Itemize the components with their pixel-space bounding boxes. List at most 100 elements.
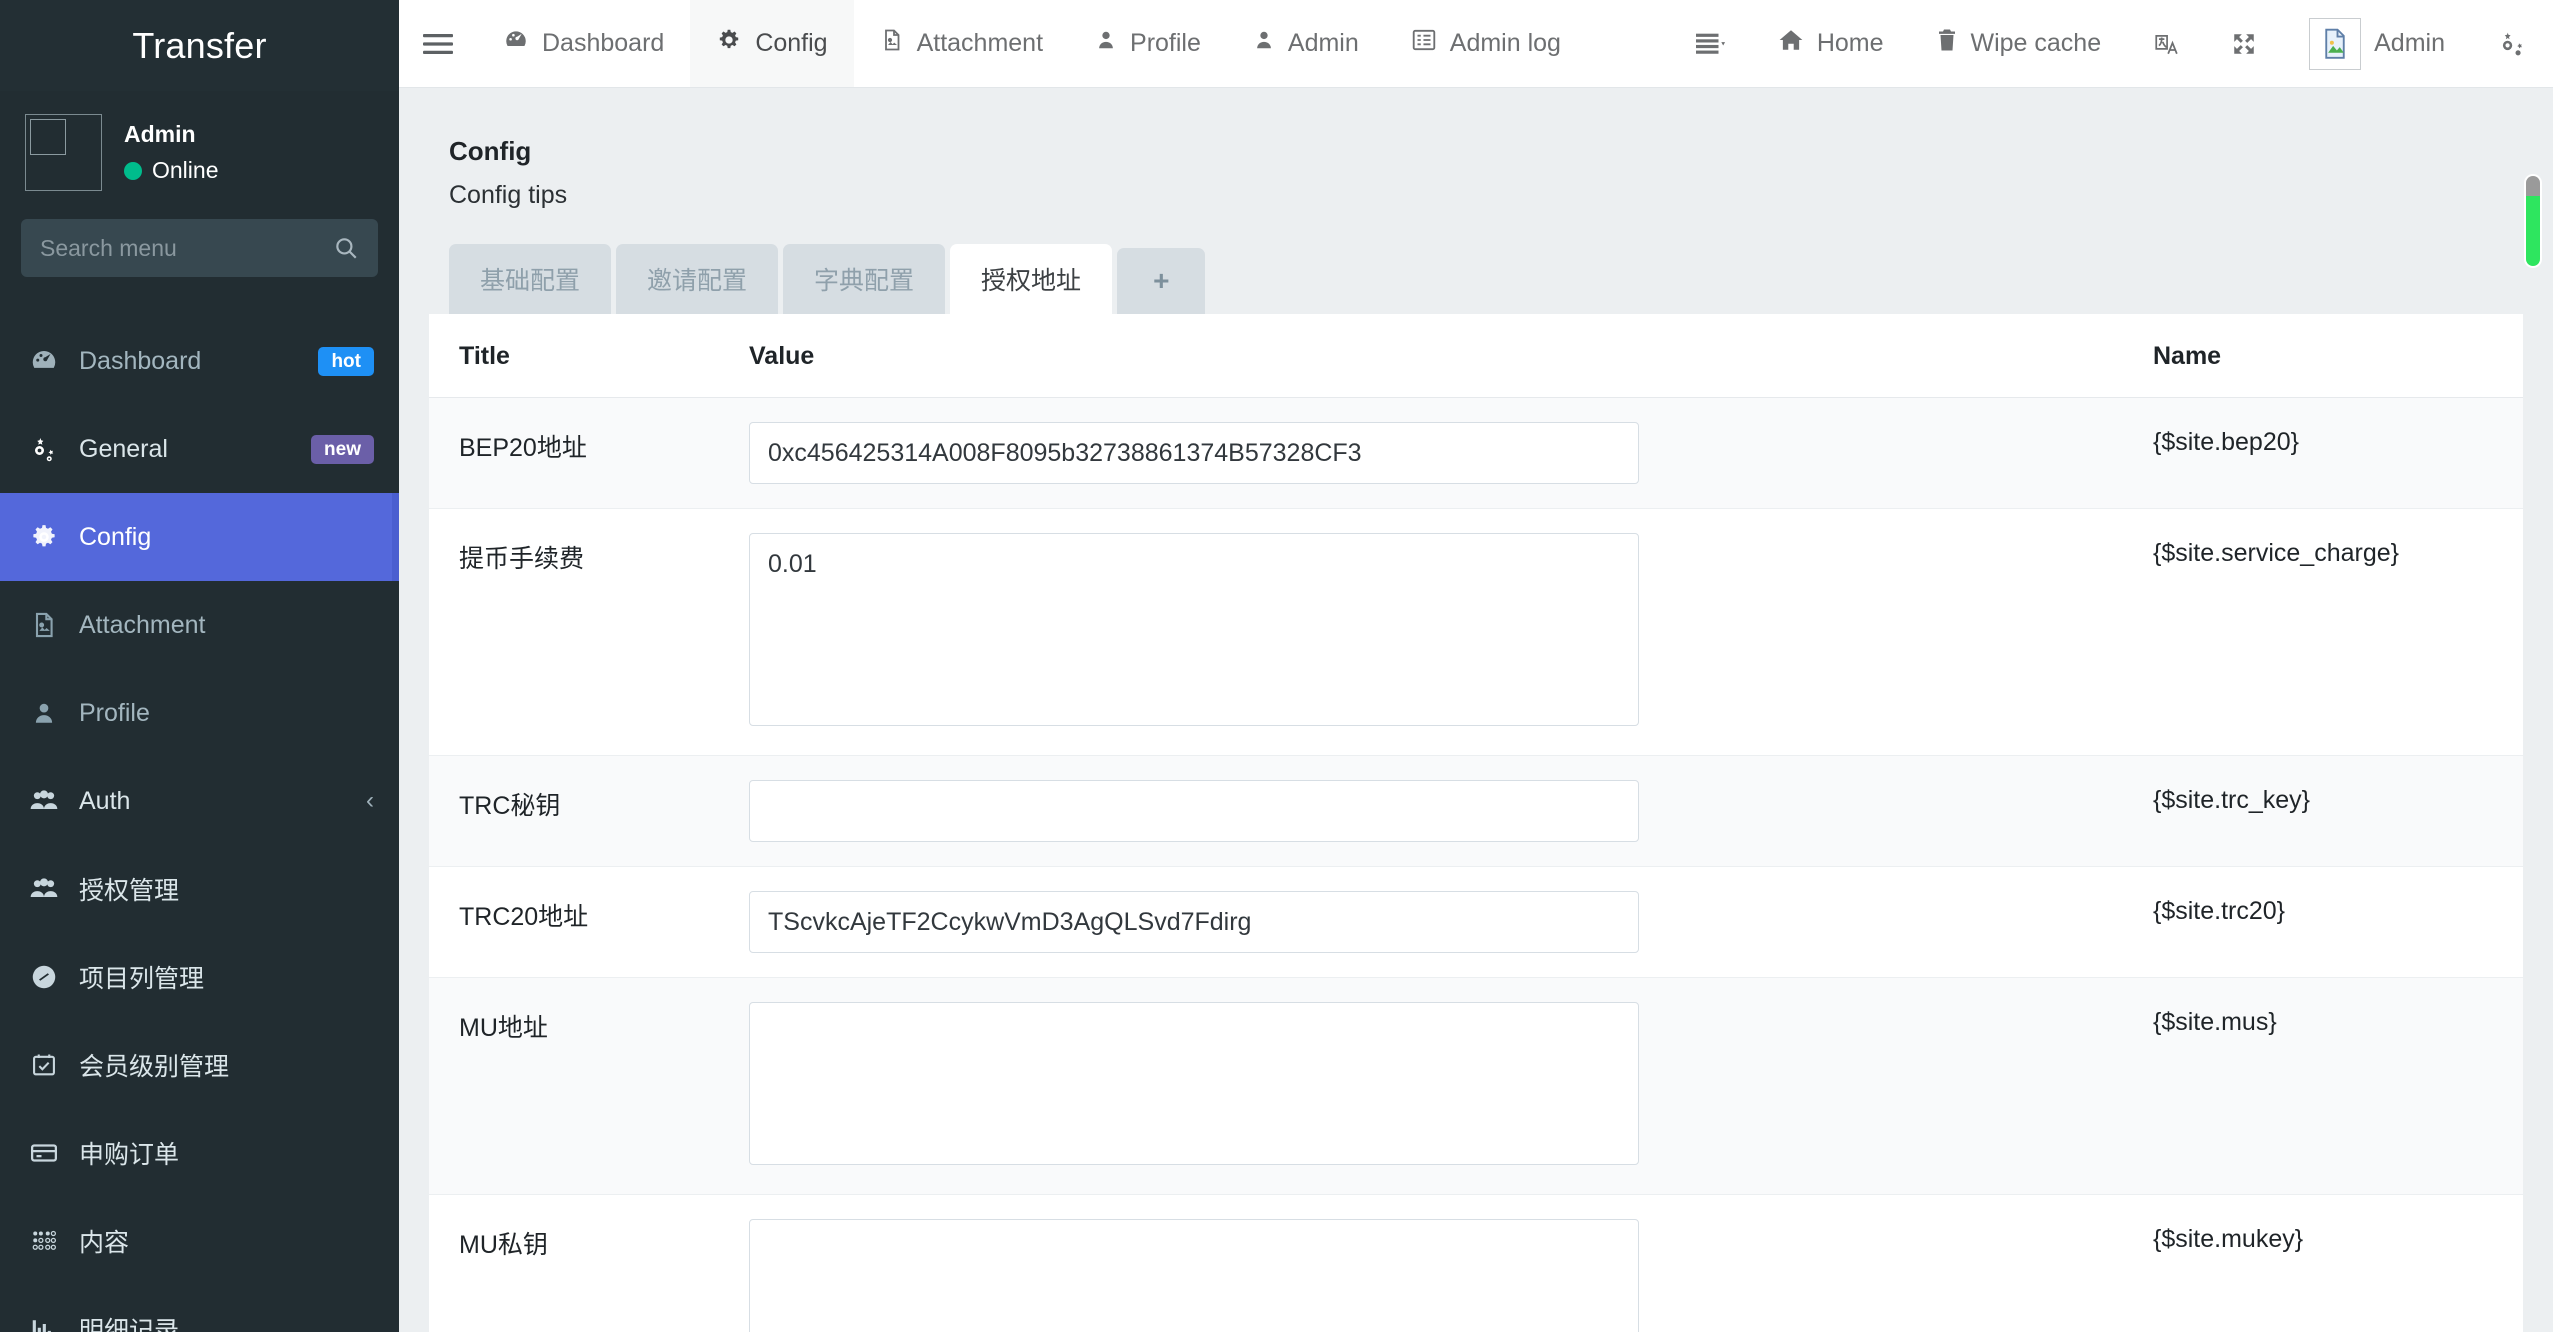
tab-add-button[interactable]: + [1117, 248, 1206, 314]
avatar [25, 114, 102, 191]
sidebar-item-attachment[interactable]: Attachment [0, 581, 399, 669]
table-header-row: Title Value Name [429, 314, 2523, 398]
gear-icon [27, 522, 61, 552]
row-title: TRC秘钥 [429, 755, 749, 867]
row-title: 提币手续费 [429, 508, 749, 756]
menu-icon[interactable] [399, 0, 477, 87]
row-value-cell [749, 508, 2143, 756]
topbar-admin-account[interactable]: Admin [2283, 0, 2471, 87]
search-wrapper [0, 219, 399, 277]
online-dot-icon [124, 161, 142, 180]
sidebar-item-config[interactable]: Config [0, 493, 399, 581]
table-row: 提币手续费 {$site.service_charge} [429, 508, 2523, 756]
topnav-dashboard[interactable]: Dashboard [477, 0, 690, 87]
sidebar-item-label: 授权管理 [79, 877, 180, 905]
sidebar-item-label: Auth [79, 786, 131, 815]
bep20-address-input[interactable] [749, 422, 1639, 484]
sidebar-item-member-level-management[interactable]: 会员级别管理 [0, 1021, 399, 1109]
topnav-profile[interactable]: Profile [1069, 0, 1227, 87]
users-icon [27, 785, 61, 817]
row-title: TRC20地址 [429, 866, 749, 978]
row-name: {$site.bep20} [2143, 397, 2523, 509]
trash-icon [1936, 28, 1958, 59]
trc20-address-input[interactable] [749, 891, 1639, 953]
mu-private-key-textarea[interactable] [749, 1219, 1639, 1332]
topnav-label: Config [755, 29, 828, 57]
vertical-scrollbar[interactable] [2522, 176, 2544, 1332]
panel-header: Config Config tips [399, 88, 2553, 210]
search-menu-box[interactable] [21, 219, 378, 277]
fullscreen-icon[interactable] [2205, 0, 2283, 87]
row-value-cell [749, 866, 2143, 978]
trc-key-input[interactable] [749, 780, 1639, 842]
table-row: BEP20地址 {$site.bep20} [429, 397, 2523, 509]
tab-invite-config[interactable]: 邀请配置 [616, 244, 779, 314]
service-charge-textarea[interactable] [749, 533, 1639, 726]
gears-settings-icon[interactable] [2471, 0, 2553, 87]
column-header-value: Value [749, 314, 2143, 398]
sidebar-item-content[interactable]: 内容 [0, 1197, 399, 1285]
table-row: MU地址 {$site.mus} [429, 977, 2523, 1195]
sidebar-item-label: 会员级别管理 [79, 1053, 230, 1081]
sidebar-item-label: 项目列管理 [79, 965, 205, 993]
sidebar-item-label: Attachment [79, 610, 206, 639]
chevron-left-icon[interactable]: ‹ [366, 787, 374, 815]
topbar-home-button[interactable]: Home [1752, 0, 1910, 87]
mu-address-textarea[interactable] [749, 1002, 1639, 1165]
row-name: {$site.service_charge} [2143, 508, 2523, 756]
dashboard-icon [27, 346, 61, 376]
sidebar-item-general[interactable]: General new [0, 405, 399, 493]
row-value-cell [749, 397, 2143, 509]
brand-title: Transfer [132, 24, 267, 66]
list-dropdown-icon[interactable] [1670, 0, 1752, 87]
avatar-image-icon [2309, 17, 2362, 70]
search-icon[interactable] [333, 235, 359, 261]
tab-authorized-address[interactable]: 授权地址 [950, 244, 1113, 314]
page-scroll-area[interactable]: Config Config tips 基础配置 邀请配置 字典配置 授权地址 +… [399, 88, 2553, 1332]
topbar-right-label: Admin [2374, 29, 2445, 57]
chart-bar-icon [27, 1314, 61, 1332]
circle-icon [27, 962, 61, 992]
users-icon [27, 873, 61, 905]
gears-icon [27, 434, 61, 464]
topnav-label: Admin [1287, 29, 1359, 57]
home-icon [1778, 28, 1804, 59]
sidebar-item-profile[interactable]: Profile [0, 669, 399, 757]
gear-icon [716, 27, 742, 60]
list-icon [1411, 28, 1437, 59]
language-icon[interactable] [2127, 0, 2205, 87]
row-value-cell [749, 977, 2143, 1195]
topbar-wipe-cache-button[interactable]: Wipe cache [1910, 0, 2128, 87]
tab-basic-config[interactable]: 基础配置 [449, 244, 612, 314]
topnav-config[interactable]: Config [690, 0, 854, 87]
page-subtitle: Config tips [449, 181, 568, 209]
topnav-attachment[interactable]: Attachment [854, 0, 1069, 87]
topnav-admin[interactable]: Admin [1227, 0, 1385, 87]
sidebar-item-label: General [79, 434, 168, 463]
user-name: Admin [124, 121, 196, 147]
config-tabs: 基础配置 邀请配置 字典配置 授权地址 + [429, 244, 2523, 314]
tab-dictionary-config[interactable]: 字典配置 [783, 244, 946, 314]
table-row: MU私钥 {$site.mukey} [429, 1194, 2523, 1332]
table-row: TRC20地址 {$site.trc20} [429, 866, 2523, 978]
sidebar-item-detail-records[interactable]: 明细记录 [0, 1285, 399, 1332]
sidebar-item-authorization-management[interactable]: 授权管理 [0, 845, 399, 933]
topnav-label: Dashboard [542, 29, 665, 57]
topbar-right-label: Home [1816, 29, 1884, 57]
column-header-title: Title [429, 314, 749, 398]
row-title: BEP20地址 [429, 397, 749, 509]
sidebar-item-project-list-management[interactable]: 项目列管理 [0, 933, 399, 1021]
row-title: MU地址 [429, 977, 749, 1195]
topnav-label: Profile [1130, 29, 1201, 57]
search-input[interactable] [40, 234, 315, 262]
content-area: Dashboard Config Attachment Profile Admi… [399, 0, 2553, 1332]
brand-header: Transfer [0, 0, 399, 91]
sidebar-item-auth[interactable]: Auth ‹ [0, 757, 399, 845]
topnav-admin-log[interactable]: Admin log [1385, 0, 1587, 87]
row-name: {$site.mukey} [2143, 1194, 2523, 1332]
row-title: MU私钥 [429, 1194, 749, 1332]
sidebar-item-subscription-orders[interactable]: 申购订单 [0, 1109, 399, 1197]
sidebar-item-dashboard[interactable]: Dashboard hot [0, 317, 399, 405]
image-file-icon [27, 611, 61, 639]
scrollbar-track[interactable] [2526, 176, 2540, 1332]
